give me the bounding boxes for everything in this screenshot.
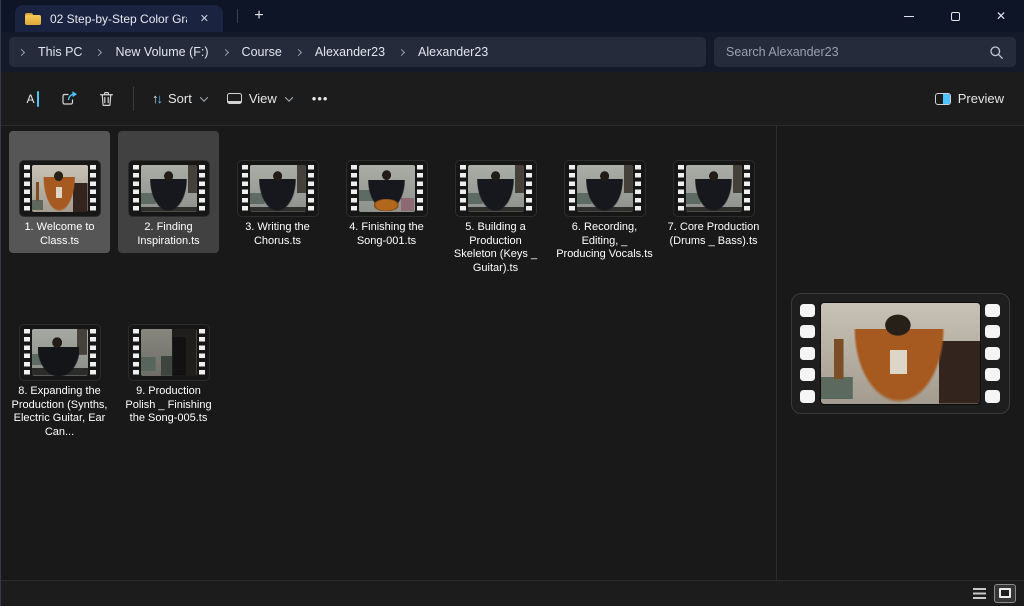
search-input[interactable] <box>726 45 981 59</box>
file-name: 9. Production Polish _ Finishing the Son… <box>118 383 219 427</box>
new-tab-button[interactable]: + <box>247 4 271 28</box>
breadcrumb-this-pc[interactable]: This PC <box>30 41 90 63</box>
file-grid: 1. Welcome to Class.ts 2. Finding Inspir… <box>1 126 776 580</box>
file-item-3[interactable]: 3. Writing the Chorus.ts <box>227 131 328 253</box>
view-button[interactable]: View <box>217 81 302 117</box>
breadcrumb-new-volume[interactable]: New Volume (F:) <box>107 41 216 63</box>
file-item-6[interactable]: 6. Recording, Editing, _ Producing Vocal… <box>554 131 655 267</box>
folder-icon <box>25 13 41 25</box>
share-button[interactable] <box>50 81 88 117</box>
thumbnails-view-icon <box>999 588 1011 598</box>
file-item-8[interactable]: 8. Expanding the Production (Synths, Ele… <box>9 295 110 444</box>
tab-separator <box>237 9 238 23</box>
delete-icon <box>98 90 115 108</box>
share-icon <box>60 90 78 107</box>
minimize-icon <box>904 16 914 17</box>
address-row: This PC New Volume (F:) Course Alexander… <box>1 32 1024 72</box>
sort-label: Sort <box>168 91 192 106</box>
minimize-button[interactable] <box>886 0 932 32</box>
video-thumbnail <box>673 160 755 217</box>
more-options-button[interactable]: ••• <box>302 81 339 117</box>
chevron-right-icon[interactable] <box>222 48 229 55</box>
video-thumbnail <box>19 324 101 381</box>
file-name: 3. Writing the Chorus.ts <box>227 219 328 249</box>
video-thumbnail <box>128 160 210 217</box>
preview-pane <box>777 126 1024 580</box>
view-label: View <box>249 91 277 106</box>
file-name: 2. Finding Inspiration.ts <box>118 219 219 249</box>
file-explorer-window: 02 Step-by-Step Color Grading ✕ + ✕ This… <box>0 0 1024 606</box>
breadcrumb-alexander23-current[interactable]: Alexander23 <box>410 41 496 63</box>
sort-button[interactable]: ↑↓ Sort <box>142 81 217 117</box>
delete-button[interactable] <box>88 81 125 117</box>
file-name: 5. Building a Production Skeleton (Keys … <box>445 219 546 276</box>
chevron-right-icon[interactable] <box>295 48 302 55</box>
command-toolbar: A ↑↓ Sort View ••• <box>1 72 1024 126</box>
file-name: 8. Expanding the Production (Synths, Ele… <box>9 383 110 440</box>
search-box[interactable] <box>714 37 1016 67</box>
rename-button[interactable]: A <box>11 81 50 117</box>
video-thumbnail <box>564 160 646 217</box>
tab-close-icon[interactable]: ✕ <box>196 10 213 27</box>
breadcrumb-alexander23[interactable]: Alexander23 <box>307 41 393 63</box>
file-item-4[interactable]: 4. Finishing the Song-001.ts <box>336 131 437 253</box>
file-name: 4. Finishing the Song-001.ts <box>336 219 437 249</box>
filmstrip-sprockets <box>985 300 1001 407</box>
file-item-2[interactable]: 2. Finding Inspiration.ts <box>118 131 219 253</box>
status-bar <box>1 580 1024 605</box>
maximize-button[interactable] <box>932 0 978 32</box>
file-item-1[interactable]: 1. Welcome to Class.ts <box>9 131 110 253</box>
close-button[interactable]: ✕ <box>978 0 1024 32</box>
close-icon: ✕ <box>996 9 1006 23</box>
breadcrumb-course[interactable]: Course <box>234 41 290 63</box>
video-thumbnail <box>346 160 428 217</box>
toolbar-divider <box>133 87 134 111</box>
file-name: 1. Welcome to Class.ts <box>9 219 110 249</box>
details-view-button[interactable] <box>969 585 989 602</box>
large-thumbnails-view-button[interactable] <box>994 584 1016 603</box>
video-thumbnail <box>128 324 210 381</box>
chevron-right-icon[interactable] <box>95 48 102 55</box>
title-bar: 02 Step-by-Step Color Grading ✕ + ✕ <box>1 0 1024 32</box>
file-item-5[interactable]: 5. Building a Production Skeleton (Keys … <box>445 131 546 280</box>
tab-title: 02 Step-by-Step Color Grading <box>50 12 187 26</box>
preview-toggle-button[interactable]: Preview <box>925 81 1014 117</box>
view-icon <box>227 93 242 104</box>
chevron-down-icon <box>200 93 208 101</box>
file-name: 6. Recording, Editing, _ Producing Vocal… <box>554 219 655 263</box>
breadcrumb-root-chevron-icon[interactable] <box>18 48 25 55</box>
address-bar[interactable]: This PC New Volume (F:) Course Alexander… <box>9 37 706 67</box>
details-view-icon <box>973 588 986 599</box>
video-thumbnail <box>237 160 319 217</box>
main-content: 1. Welcome to Class.ts 2. Finding Inspir… <box>1 126 1024 580</box>
preview-video-frame <box>820 302 981 405</box>
sort-icon: ↑↓ <box>152 91 161 106</box>
chevron-right-icon[interactable] <box>398 48 405 55</box>
file-row-2: 8. Expanding the Production (Synths, Ele… <box>9 295 776 459</box>
filmstrip-sprockets <box>800 300 816 407</box>
chevron-down-icon <box>285 93 293 101</box>
more-icon: ••• <box>312 91 329 106</box>
video-thumbnail <box>455 160 537 217</box>
file-row-1: 1. Welcome to Class.ts 2. Finding Inspir… <box>9 131 776 295</box>
file-item-9[interactable]: 9. Production Polish _ Finishing the Son… <box>118 295 219 431</box>
preview-pane-icon <box>935 93 951 105</box>
search-icon[interactable] <box>989 45 1004 60</box>
rename-icon: A <box>21 91 40 107</box>
video-thumbnail <box>19 160 101 217</box>
window-controls: ✕ <box>886 0 1024 32</box>
preview-thumbnail <box>791 293 1010 414</box>
explorer-tab[interactable]: 02 Step-by-Step Color Grading ✕ <box>15 5 223 32</box>
file-item-7[interactable]: 7. Core Production (Drums _ Bass).ts <box>663 131 764 253</box>
maximize-icon <box>951 12 960 21</box>
preview-label: Preview <box>958 91 1004 106</box>
file-name: 7. Core Production (Drums _ Bass).ts <box>663 219 764 249</box>
